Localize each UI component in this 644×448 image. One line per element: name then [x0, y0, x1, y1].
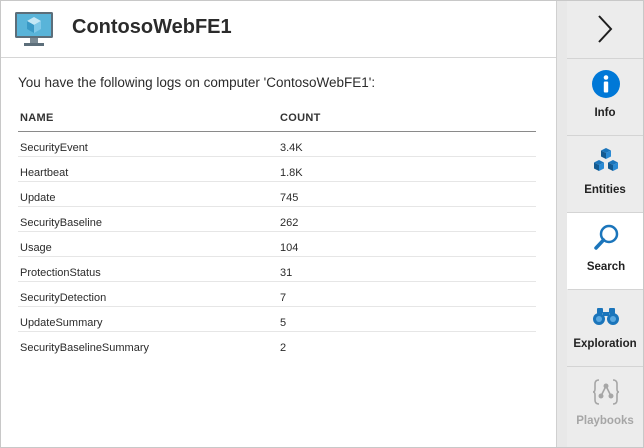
table-row[interactable]: SecurityBaseline 262 [18, 207, 536, 232]
main-panel: ContosoWebFE1 You have the following log… [1, 1, 556, 447]
log-count: 745 [280, 192, 299, 204]
table-row[interactable]: SecurityEvent 3.4K [18, 132, 536, 157]
vertical-scrollbar[interactable] [556, 1, 567, 447]
sidebar-item-label: Exploration [573, 338, 637, 350]
table-row[interactable]: Usage 104 [18, 232, 536, 257]
playbooks-icon [592, 379, 620, 405]
sidebar: Info Entities Search Exploration Playboo… [567, 1, 643, 447]
sidebar-item-exploration[interactable]: Exploration [567, 290, 643, 367]
computer-icon [15, 12, 53, 46]
log-count: 104 [280, 242, 299, 254]
sidebar-item-playbooks[interactable]: Playbooks [567, 367, 643, 444]
table-row[interactable]: Heartbeat 1.8K [18, 157, 536, 182]
chevron-right-icon [598, 15, 613, 43]
log-count: 2 [280, 342, 287, 354]
sidebar-item-search[interactable]: Search [567, 213, 643, 290]
table-row[interactable]: UpdateSummary 5 [18, 307, 536, 332]
sidebar-item-entities[interactable]: Entities [567, 136, 643, 213]
log-count: 3.4K [280, 142, 303, 154]
log-name: SecurityBaseline [20, 217, 102, 229]
table-row[interactable]: SecurityDetection 7 [18, 282, 536, 307]
sidebar-item-info[interactable]: Info [567, 59, 643, 136]
info-icon [592, 70, 620, 98]
table-row[interactable]: Update 745 [18, 182, 536, 207]
binoculars-icon [593, 308, 619, 325]
search-icon [594, 224, 619, 250]
column-header-name[interactable]: NAME [20, 112, 54, 124]
log-name: SecurityBaselineSummary [20, 342, 149, 354]
sidebar-item-label: Entities [584, 184, 626, 196]
panel-header: ContosoWebFE1 [1, 1, 556, 58]
log-name: SecurityEvent [20, 142, 88, 154]
log-count: 7 [280, 292, 287, 304]
column-header-count[interactable]: COUNT [280, 112, 321, 124]
sidebar-item-label: Playbooks [576, 415, 634, 427]
logs-table: NAME COUNT SecurityEvent 3.4K Heartbeat … [18, 109, 536, 357]
log-name: Heartbeat [20, 167, 69, 179]
page-title: ContosoWebFE1 [72, 16, 232, 38]
cubes-icon [594, 148, 618, 171]
table-row[interactable]: ProtectionStatus 31 [18, 257, 536, 282]
log-name: ProtectionStatus [20, 267, 101, 279]
collapse-toggle-button[interactable] [567, 1, 643, 59]
log-count: 31 [280, 267, 293, 279]
log-name: Update [20, 192, 56, 204]
intro-text: You have the following logs on computer … [18, 75, 376, 90]
log-name: Usage [20, 242, 52, 254]
table-body: SecurityEvent 3.4K Heartbeat 1.8K Update… [18, 132, 536, 357]
table-row[interactable]: SecurityBaselineSummary 2 [18, 332, 536, 357]
sidebar-item-label: Search [586, 261, 626, 273]
log-count: 1.8K [280, 167, 303, 179]
table-header: NAME COUNT [18, 109, 536, 132]
log-count: 262 [280, 217, 299, 229]
log-name: SecurityDetection [20, 292, 107, 304]
sidebar-item-label: Info [594, 107, 616, 119]
log-count: 5 [280, 317, 287, 329]
log-name: UpdateSummary [20, 317, 103, 329]
